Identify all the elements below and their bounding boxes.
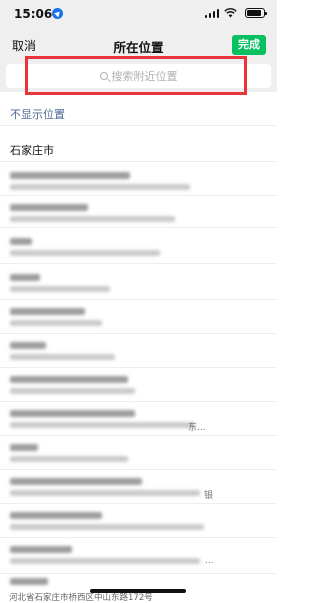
list-item[interactable]: ...: [0, 540, 277, 574]
list-item[interactable]: [0, 438, 277, 470]
list-item[interactable]: [0, 336, 277, 368]
list-item-trailing-text: 银: [204, 491, 214, 501]
list-item[interactable]: [0, 232, 277, 264]
list-item-trailing-text: 东...: [188, 423, 206, 433]
hide-location-label: 不显示位置: [10, 108, 65, 121]
home-indicator[interactable]: [90, 589, 186, 593]
status-bar: 15:06: [0, 0, 277, 30]
location-arrow-icon: [52, 8, 63, 19]
done-button[interactable]: 完成: [232, 35, 266, 55]
list-item[interactable]: 东...: [0, 404, 277, 436]
search-highlight-box: [25, 56, 247, 95]
wifi-icon: [224, 8, 237, 18]
list-item-hide-location[interactable]: 不显示位置: [0, 98, 277, 126]
list-item[interactable]: [0, 506, 277, 538]
list-item-city[interactable]: 石家庄市: [0, 134, 277, 162]
list-item[interactable]: [0, 166, 277, 196]
signal-icon: [204, 9, 219, 18]
status-time: 15:06: [14, 7, 53, 21]
list-item[interactable]: [0, 370, 277, 402]
list-item[interactable]: [0, 198, 277, 228]
list-item[interactable]: [0, 268, 277, 300]
list-item-partial: [10, 578, 48, 585]
list-item[interactable]: 银: [0, 472, 277, 504]
list-item[interactable]: [0, 302, 277, 334]
city-label: 石家庄市: [10, 144, 54, 157]
battery-icon: [245, 8, 267, 18]
list-item-trailing-text: ...: [205, 556, 214, 566]
